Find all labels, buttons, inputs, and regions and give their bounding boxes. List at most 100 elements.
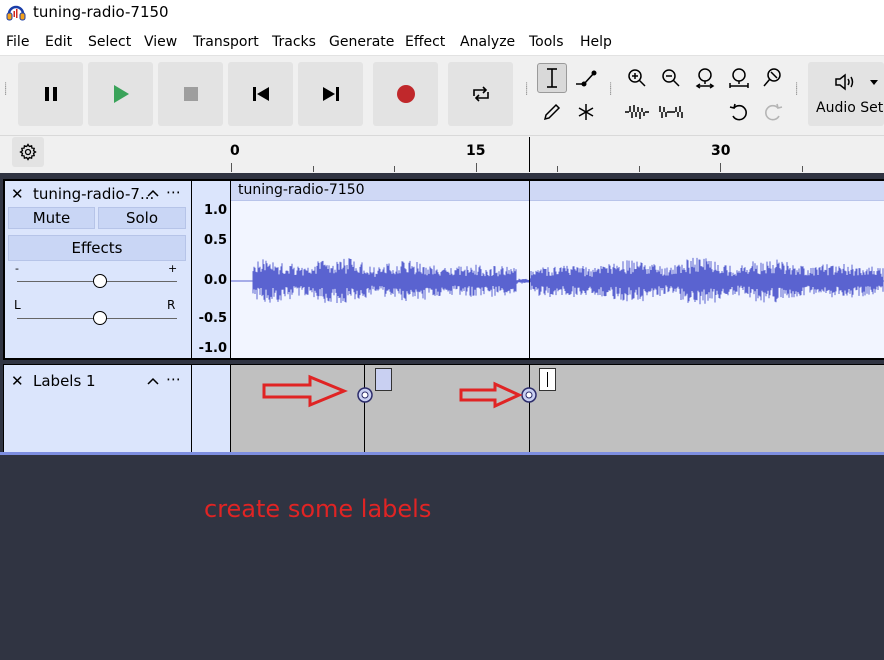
ruler-tick-label: 15 xyxy=(466,143,486,159)
menu-select[interactable]: Select xyxy=(88,33,131,51)
dropdown-arrow-icon xyxy=(870,80,878,85)
tools-grip[interactable]: ⁞ ⁞ xyxy=(525,82,529,98)
ruler-tick xyxy=(394,166,395,172)
audio-setup-label: Audio Setup xyxy=(816,100,884,116)
window-title: tuning-radio-7150 xyxy=(33,3,169,21)
fit-project-icon xyxy=(729,68,749,88)
play-button[interactable] xyxy=(88,62,153,126)
collapse-track-icon[interactable] xyxy=(147,189,159,197)
zoom-toggle-button[interactable] xyxy=(758,63,788,93)
ruler-tick xyxy=(231,163,232,172)
pause-button[interactable] xyxy=(18,62,83,126)
record-button[interactable] xyxy=(373,62,438,126)
collapse-label-track-icon[interactable] xyxy=(147,377,159,385)
timeline-ruler[interactable] xyxy=(0,135,884,173)
close-track-icon[interactable]: ✕ xyxy=(11,185,24,203)
label-1-handle-icon[interactable] xyxy=(356,385,374,405)
gain-plus-label: + xyxy=(168,262,178,275)
loop-button[interactable] xyxy=(448,62,513,126)
pan-left-label: L xyxy=(14,298,21,312)
ruler-play-cursor xyxy=(529,137,530,172)
menu-tracks[interactable]: Tracks xyxy=(272,33,316,51)
text-cursor xyxy=(547,372,548,387)
audio-setup-grip[interactable]: ⁞ ⁞ xyxy=(795,82,799,98)
fit-selection-button[interactable] xyxy=(690,63,720,93)
label-track-name[interactable]: Labels 1 xyxy=(33,372,96,390)
skip-to-start-button[interactable] xyxy=(228,62,293,126)
draw-tool-icon xyxy=(543,103,561,121)
undo-button[interactable] xyxy=(724,97,754,127)
annotation-arrow-icon xyxy=(459,381,523,409)
menu-file[interactable]: File xyxy=(6,33,29,51)
pan-slider-thumb[interactable] xyxy=(93,311,107,325)
ruler-tick xyxy=(476,163,477,172)
annotation-text: create some labels xyxy=(204,495,432,523)
vruler-label: -1.0 xyxy=(198,341,227,356)
menu-effect[interactable]: Effect xyxy=(405,33,445,51)
stop-button[interactable] xyxy=(158,62,223,126)
audio-setup-button[interactable]: Audio Setup xyxy=(808,62,884,126)
label-track-menu-icon[interactable]: ⋯ xyxy=(166,370,181,388)
fit-selection-icon xyxy=(695,68,715,89)
ruler-tick-label: 0 xyxy=(230,143,240,159)
zoom-in-button[interactable] xyxy=(622,63,652,93)
skip-end-icon xyxy=(322,87,339,101)
vruler-label: 0.5 xyxy=(203,233,227,248)
silence-button[interactable] xyxy=(656,97,686,127)
redo-button[interactable] xyxy=(758,97,788,127)
trim-icon xyxy=(625,105,649,119)
solo-button[interactable]: Solo xyxy=(98,207,186,229)
multi-tool-button[interactable] xyxy=(571,97,601,127)
ruler-tick xyxy=(639,166,640,172)
annotation-arrow-icon xyxy=(262,374,348,408)
vruler-label: 1.0 xyxy=(203,203,227,218)
toolbar-grip[interactable]: ⁞ ⁞ xyxy=(4,82,8,98)
draw-tool-button[interactable] xyxy=(537,97,567,127)
menu-tools[interactable]: Tools xyxy=(529,33,564,51)
selection-tool-icon xyxy=(547,68,557,88)
gain-slider-thumb[interactable] xyxy=(93,274,107,288)
stop-icon xyxy=(183,87,198,101)
fit-project-button[interactable] xyxy=(724,63,754,93)
redo-icon xyxy=(765,103,783,121)
undo-icon xyxy=(729,103,747,121)
gain-minus-label: - xyxy=(15,262,19,275)
menu-generate[interactable]: Generate xyxy=(329,33,394,51)
waveform xyxy=(231,257,884,305)
zoom-out-button[interactable] xyxy=(656,63,686,93)
loop-icon xyxy=(472,86,489,102)
track-menu-icon[interactable]: ⋯ xyxy=(166,183,181,201)
mute-button[interactable]: Mute xyxy=(8,207,95,229)
skip-to-end-button[interactable] xyxy=(298,62,363,126)
menu-edit[interactable]: Edit xyxy=(45,33,72,51)
label-vertical-ruler xyxy=(191,365,231,452)
menu-transport[interactable]: Transport xyxy=(193,33,259,51)
selection-tool-button[interactable] xyxy=(537,63,567,93)
timeline-options-button[interactable] xyxy=(12,137,44,167)
multi-tool-icon xyxy=(578,104,594,120)
speaker-icon xyxy=(835,73,854,91)
menu-analyze[interactable]: Analyze xyxy=(460,33,515,51)
menu-help[interactable]: Help xyxy=(580,33,612,51)
clip-name[interactable]: tuning-radio-7150 xyxy=(238,182,365,199)
audacity-app-icon xyxy=(6,5,26,21)
effects-button[interactable]: Effects xyxy=(8,235,186,261)
play-cursor xyxy=(529,181,530,358)
zoom-out-icon xyxy=(662,69,680,87)
ruler-tick xyxy=(802,166,803,172)
trim-button[interactable] xyxy=(622,97,652,127)
envelope-tool-icon xyxy=(576,70,597,87)
empty-track-area[interactable] xyxy=(0,455,884,660)
ruler-tick xyxy=(720,163,721,172)
audio-track-name[interactable]: tuning-radio-7... xyxy=(33,185,154,203)
label-1-line xyxy=(364,365,365,452)
vruler-label: 0.0 xyxy=(203,273,227,288)
edit-grip[interactable]: ⁞ ⁞ xyxy=(609,82,613,98)
envelope-tool-button[interactable] xyxy=(571,63,601,93)
close-label-track-icon[interactable]: ✕ xyxy=(11,372,24,390)
label-2-textbox[interactable] xyxy=(539,368,556,391)
label-1-textbox[interactable] xyxy=(375,368,392,391)
pan-right-label: R xyxy=(167,298,176,312)
menu-view[interactable]: View xyxy=(144,33,177,51)
record-icon xyxy=(396,85,415,103)
